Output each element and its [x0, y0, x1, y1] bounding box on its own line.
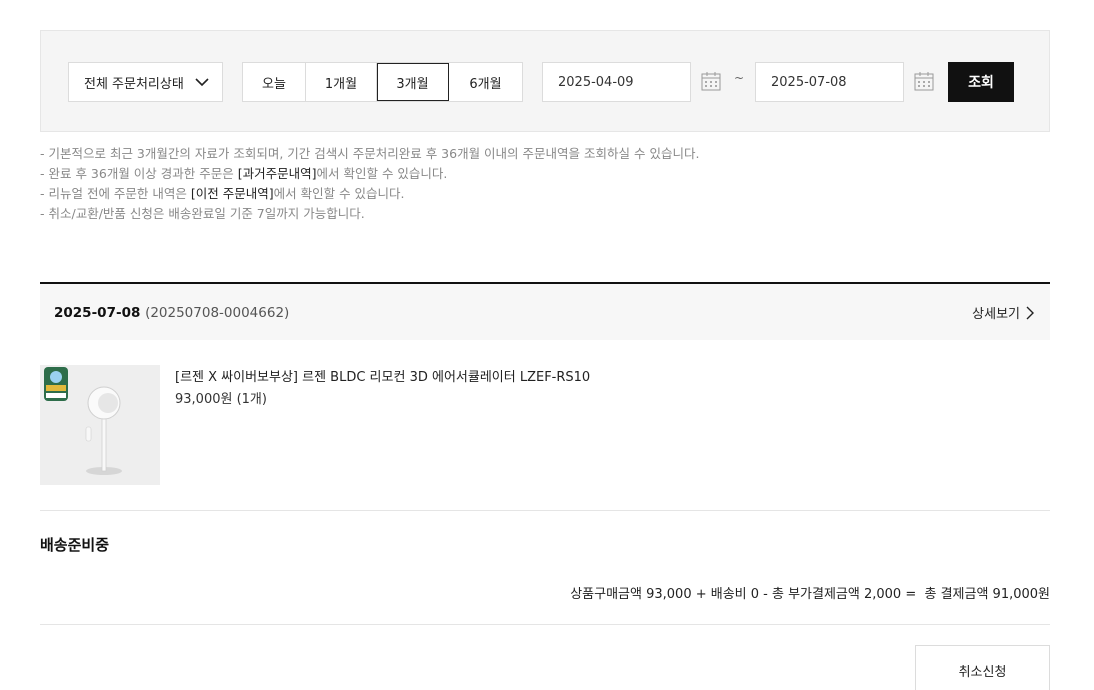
order-status-select[interactable]: 전체 주문처리상태	[68, 62, 223, 102]
chevron-down-icon	[195, 78, 209, 87]
previous-orders-link[interactable]: [이전 주문내역]	[191, 186, 274, 201]
chevron-right-icon	[1026, 306, 1034, 319]
start-date-input[interactable]: 2025-04-09	[542, 62, 691, 102]
product-name-link[interactable]: [르젠 X 싸이버보부상] 르젠 BLDC 리모컨 3D 에어서큘레이터 LZE…	[175, 366, 590, 385]
period-6month-button[interactable]: 6개월	[449, 63, 522, 101]
order-status-select-label: 전체 주문처리상태	[84, 76, 184, 92]
end-date-input[interactable]: 2025-07-08	[755, 62, 904, 102]
past-orders-link[interactable]: [과거주문내역]	[238, 166, 317, 181]
note-line: - 취소/교환/반품 신청은 배송완료일 기준 7일까지 가능합니다.	[40, 206, 365, 221]
period-3month-button[interactable]: 3개월	[377, 63, 449, 101]
order-notes: - 기본적으로 최근 3개월간의 자료가 조회되며, 기간 검색시 주문처리완료…	[40, 144, 699, 224]
date-range-separator: ~	[734, 71, 745, 85]
note-line: - 기본적으로 최근 3개월간의 자료가 조회되며, 기간 검색시 주문처리완료…	[40, 146, 700, 161]
cancel-request-button[interactable]: 취소신청	[915, 645, 1050, 690]
divider	[40, 510, 1050, 511]
order-detail-label: 상세보기	[972, 307, 1020, 322]
payment-summary: 상품구매금액 93,000 + 배송비 0 - 총 부가결제금액 2,000 =…	[570, 587, 1050, 602]
air-circulator-image	[40, 365, 160, 485]
order-filter-panel: 전체 주문처리상태 오늘 1개월 3개월 6개월 2025-04-09 ~ 20…	[40, 30, 1050, 132]
search-button[interactable]: 조회	[948, 62, 1014, 102]
shipping-status: 배송준비중	[40, 536, 110, 554]
divider	[40, 624, 1050, 625]
order-detail-link[interactable]: 상세보기	[972, 303, 1034, 322]
order-header: 2025-07-08 (20250708-0004662) 상세보기	[40, 282, 1050, 340]
period-today-button[interactable]: 오늘	[243, 63, 306, 101]
promo-badge-icon	[44, 367, 68, 401]
order-date: 2025-07-08 (20250708-0004662)	[54, 305, 290, 321]
product-thumbnail[interactable]	[40, 365, 160, 485]
order-number: (20250708-0004662)	[145, 305, 290, 321]
note-line: - 리뉴얼 전에 주문한 내역은 [이전 주문내역]에서 확인할 수 있습니다.	[40, 186, 405, 201]
product-price: 93,000원 (1개)	[175, 392, 267, 407]
note-line: - 완료 후 36개월 이상 경과한 주문은 [과거주문내역]에서 확인할 수 …	[40, 166, 448, 181]
calendar-icon[interactable]	[914, 71, 934, 91]
period-tabs: 오늘 1개월 3개월 6개월	[242, 62, 523, 102]
period-1month-button[interactable]: 1개월	[306, 63, 377, 101]
calendar-icon[interactable]	[701, 71, 721, 91]
